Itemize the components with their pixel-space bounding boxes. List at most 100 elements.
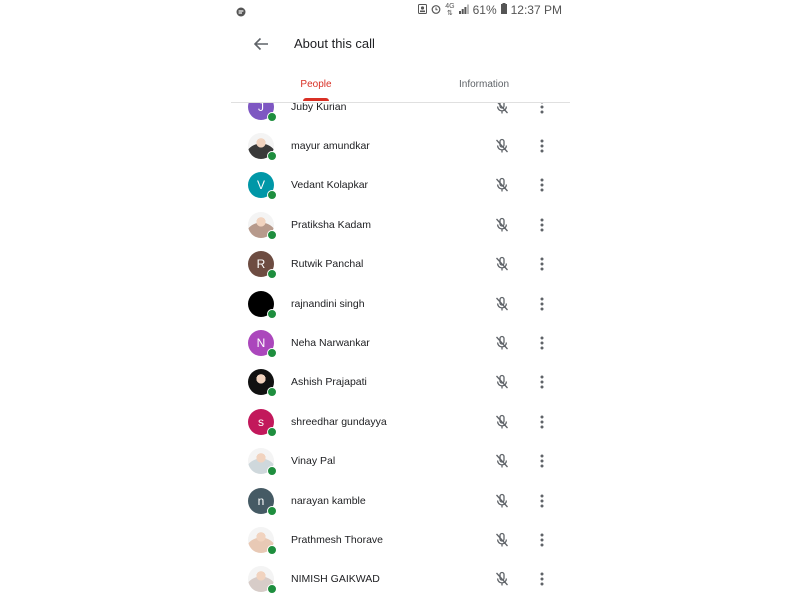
avatar: J xyxy=(248,103,277,122)
back-button[interactable] xyxy=(249,32,273,56)
mic-off-icon xyxy=(496,217,508,232)
participant-row[interactable]: V Vedant Kolapkar xyxy=(231,166,570,205)
participant-name: mayur amundkar xyxy=(291,140,370,153)
more-options-button[interactable] xyxy=(532,103,552,117)
avatar xyxy=(248,448,277,477)
participant-row[interactable]: J Juby Kurian xyxy=(231,103,570,126)
mic-off-icon xyxy=(496,375,508,389)
avatar xyxy=(248,211,277,240)
mic-off-icon xyxy=(496,257,508,271)
mic-button[interactable] xyxy=(492,136,512,156)
participant-row[interactable]: Ashish Prajapati xyxy=(231,363,570,402)
participant-name: Pratiksha Kadam xyxy=(291,218,371,231)
mic-button[interactable] xyxy=(492,412,512,432)
presence-dot xyxy=(267,466,277,477)
presence-dot xyxy=(267,111,277,122)
mic-button[interactable] xyxy=(492,569,512,589)
more-options-button[interactable] xyxy=(532,491,552,511)
signal-icon xyxy=(458,3,469,17)
participant-row[interactable]: Vinay Pal xyxy=(231,442,570,481)
more-options-button[interactable] xyxy=(532,333,552,353)
mic-button[interactable] xyxy=(492,175,512,195)
battery-percent: 61% xyxy=(472,3,497,17)
participant-name: narayan kamble xyxy=(291,494,366,507)
presence-dot xyxy=(267,426,277,437)
presence-dot xyxy=(267,190,277,201)
more-vert-icon xyxy=(540,139,544,153)
participant-row[interactable]: n narayan kamble xyxy=(231,481,570,520)
participant-row[interactable]: Prathmesh Thorave xyxy=(231,520,570,559)
mic-off-icon xyxy=(496,414,508,429)
more-options-button[interactable] xyxy=(532,372,552,392)
participant-list[interactable]: J Juby Kurian mayur amundkar V Vedant Ko… xyxy=(231,103,570,600)
tab-people[interactable]: People xyxy=(266,66,366,102)
more-vert-icon xyxy=(540,218,544,232)
more-options-button[interactable] xyxy=(532,569,552,589)
participant-name: Ashish Prajapati xyxy=(291,376,367,389)
more-vert-icon xyxy=(540,103,544,114)
participant-row[interactable]: Pratiksha Kadam xyxy=(231,205,570,244)
more-vert-icon xyxy=(540,572,544,586)
clock: 12:37 PM xyxy=(510,3,562,17)
participant-row[interactable]: R Rutwik Panchal xyxy=(231,245,570,284)
participant-name: rajnandini singh xyxy=(291,297,365,310)
participant-name: Rutwik Panchal xyxy=(291,258,364,271)
more-options-button[interactable] xyxy=(532,175,552,195)
more-vert-icon xyxy=(540,178,544,192)
avatar: V xyxy=(248,172,277,201)
participant-name: shreedhar gundayya xyxy=(291,415,387,428)
participant-row[interactable]: mayur amundkar xyxy=(231,126,570,165)
network-type: 4G ⇅ xyxy=(445,3,454,17)
mic-button[interactable] xyxy=(492,491,512,511)
mic-button[interactable] xyxy=(492,530,512,550)
mic-button[interactable] xyxy=(492,451,512,471)
avatar xyxy=(248,133,277,162)
more-options-button[interactable] xyxy=(532,215,552,235)
mic-button[interactable] xyxy=(492,372,512,392)
more-vert-icon xyxy=(540,375,544,389)
participant-name: Vedant Kolapkar xyxy=(291,179,369,192)
tab-information[interactable]: Information xyxy=(434,66,534,102)
mic-off-icon xyxy=(496,532,508,547)
status-bar: 4G ⇅ 61% 12:37 PM xyxy=(231,0,570,22)
battery-icon xyxy=(500,3,507,17)
participant-name: Vinay Pal xyxy=(291,455,336,468)
more-vert-icon xyxy=(540,336,544,350)
phone-screen: 4G ⇅ 61% 12:37 PM About this call People… xyxy=(231,0,570,600)
more-options-button[interactable] xyxy=(532,530,552,550)
app-header: About this call xyxy=(231,22,570,66)
message-bubble-icon xyxy=(236,4,246,22)
presence-dot xyxy=(267,544,277,555)
more-options-button[interactable] xyxy=(532,294,552,314)
mic-button[interactable] xyxy=(492,103,512,117)
presence-dot xyxy=(267,584,277,595)
more-options-button[interactable] xyxy=(532,451,552,471)
mic-button[interactable] xyxy=(492,333,512,353)
mic-button[interactable] xyxy=(492,254,512,274)
more-vert-icon xyxy=(540,257,544,271)
more-vert-icon xyxy=(540,415,544,429)
participant-row[interactable]: NIMISH GAIKWAD xyxy=(231,560,570,599)
avatar xyxy=(248,566,277,595)
more-options-button[interactable] xyxy=(532,412,552,432)
avatar xyxy=(248,290,277,319)
avatar: R xyxy=(248,251,277,280)
mic-button[interactable] xyxy=(492,215,512,235)
mic-off-icon xyxy=(496,493,508,508)
participant-row[interactable]: N Neha Narwankar xyxy=(231,323,570,362)
participant-name: Neha Narwankar xyxy=(291,337,370,350)
more-options-button[interactable] xyxy=(532,254,552,274)
avatar: s xyxy=(248,408,277,437)
tab-bar: People Information xyxy=(231,66,570,103)
mic-button[interactable] xyxy=(492,294,512,314)
participant-row[interactable]: s shreedhar gundayya xyxy=(231,402,570,441)
more-options-button[interactable] xyxy=(532,136,552,156)
arrow-back-icon xyxy=(253,37,268,51)
participant-row[interactable]: rajnandini singh xyxy=(231,284,570,323)
avatar: n xyxy=(248,487,277,516)
mic-off-icon xyxy=(496,572,508,586)
network-arrows: ⇅ xyxy=(446,10,453,17)
avatar xyxy=(248,526,277,555)
presence-dot xyxy=(267,387,277,398)
contact-icon xyxy=(418,3,428,17)
